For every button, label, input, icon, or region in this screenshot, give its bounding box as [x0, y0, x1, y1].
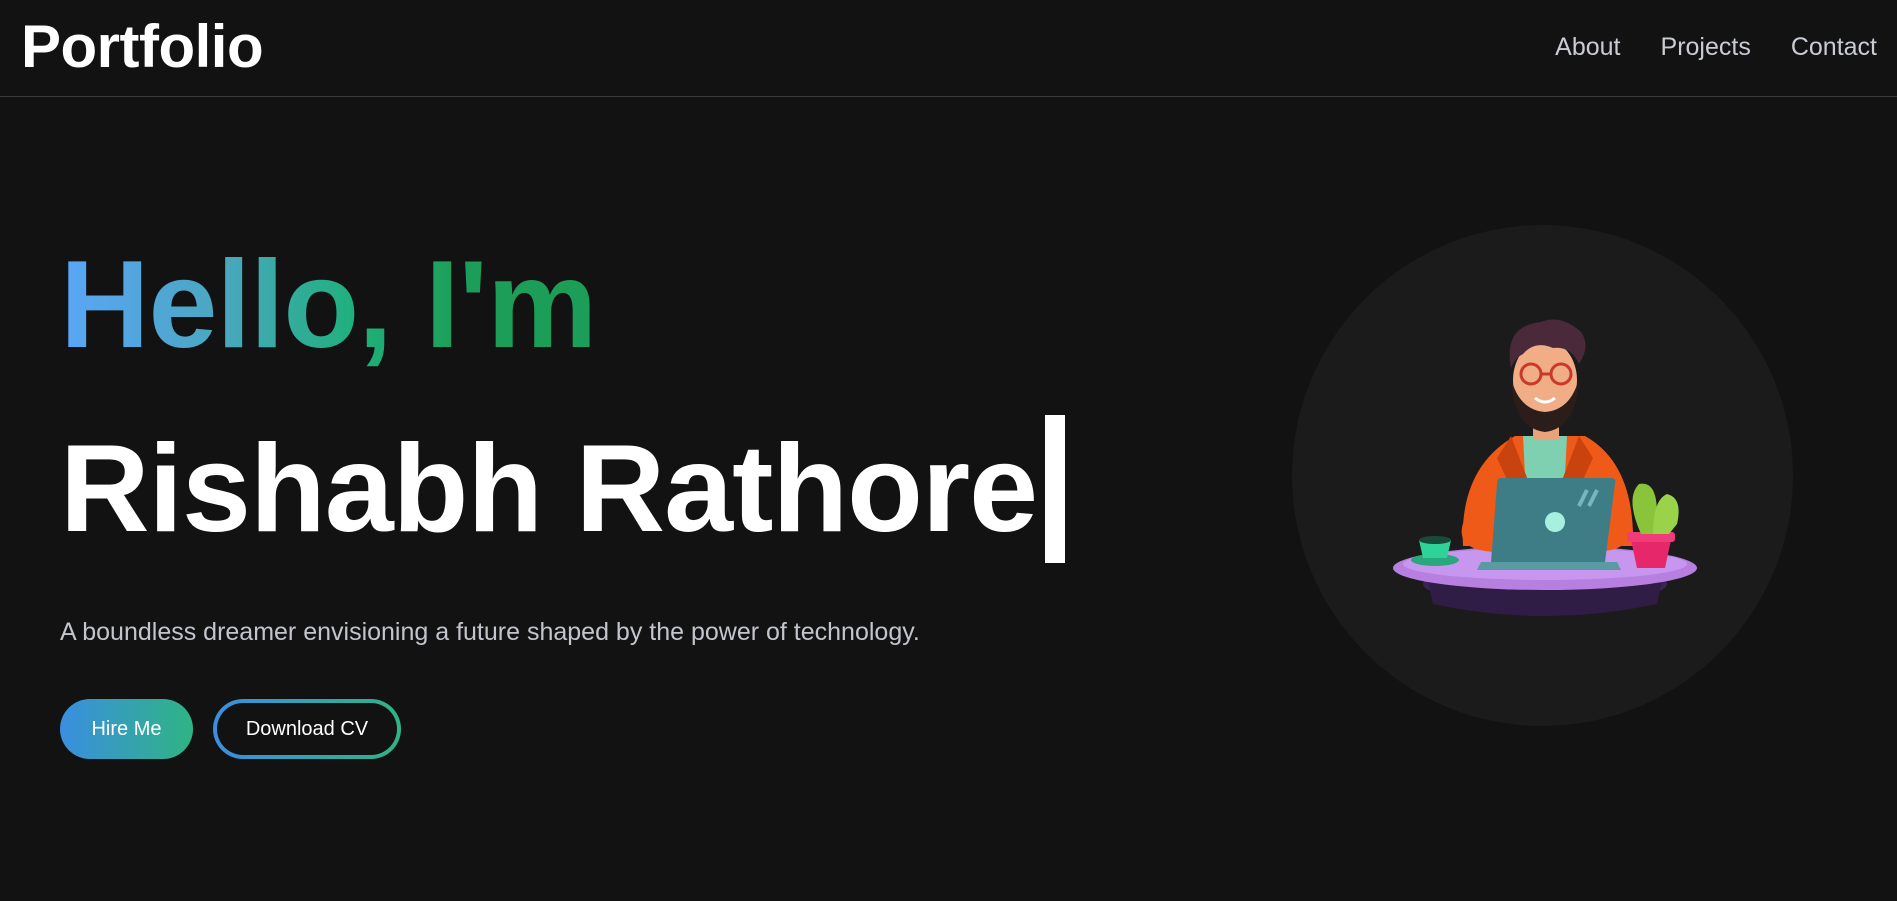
hero-greeting: Hello, I'm — [60, 236, 597, 374]
plant-pot — [1631, 540, 1671, 568]
hero-section: Hello, I'm Rishabh Rathore A boundless d… — [60, 235, 1160, 759]
nav-link-contact[interactable]: Contact — [1791, 30, 1877, 64]
laptop-logo — [1545, 512, 1565, 532]
brand-logo[interactable]: Portfolio — [21, 10, 264, 84]
laptop-base — [1477, 562, 1621, 570]
cactus-right — [1653, 494, 1679, 534]
hero-tagline: A boundless dreamer envisioning a future… — [60, 618, 920, 646]
hire-me-button[interactable]: Hire Me — [60, 699, 193, 759]
hero-buttons: Hire Me Download CV — [60, 699, 1160, 759]
typing-caret — [1045, 415, 1066, 563]
download-cv-button[interactable]: Download CV — [213, 699, 401, 759]
nav-link-projects[interactable]: Projects — [1661, 30, 1751, 64]
hero-name-line: Rishabh Rathore — [60, 415, 1160, 563]
download-cv-label: Download CV — [217, 703, 397, 755]
hero-name: Rishabh Rathore — [60, 420, 1038, 558]
nav-links: About Projects Contact — [1555, 30, 1877, 64]
developer-illustration — [1393, 319, 1697, 616]
nav-link-about[interactable]: About — [1555, 30, 1620, 64]
top-navbar: Portfolio About Projects Contact — [0, 0, 1897, 97]
